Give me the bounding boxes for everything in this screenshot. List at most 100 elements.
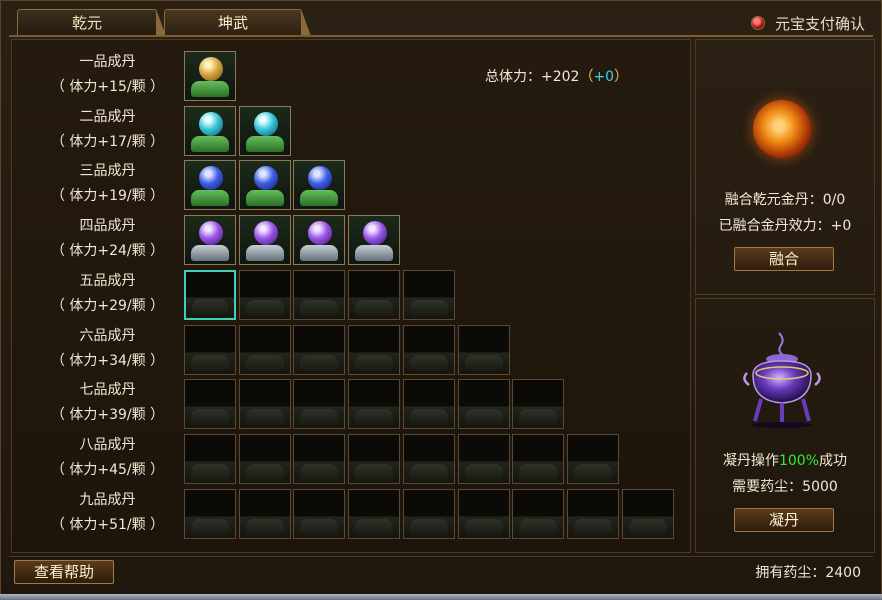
- pill-slot[interactable]: [293, 324, 346, 375]
- pill-slot[interactable]: [621, 488, 674, 539]
- condense-cost: 需要药尘：5000: [732, 479, 838, 495]
- pill-grade-name: 三品成丹: [79, 163, 136, 180]
- pill-grade-name: 七品成丹: [79, 382, 136, 399]
- pill-slot[interactable]: [238, 433, 291, 484]
- cyan-pill-icon: [253, 111, 278, 136]
- pill-slot[interactable]: [512, 488, 565, 539]
- alchemy-cauldron-icon: [743, 332, 821, 428]
- total-power-value: +202: [541, 69, 580, 85]
- pill-slot[interactable]: [457, 488, 510, 539]
- pill-stand-icon: [519, 409, 558, 426]
- pill-slot[interactable]: [184, 51, 236, 101]
- pay-confirm-label: 元宝支付确认: [774, 14, 865, 33]
- tab-qianyuan[interactable]: 乾元: [17, 9, 166, 36]
- pill-stand-icon: [355, 299, 394, 316]
- pill-grade-name: 四品成丹: [79, 218, 136, 235]
- pill-slot[interactable]: [238, 105, 291, 156]
- pill-stand-icon: [300, 409, 339, 426]
- elixir-panel: 乾元 坤武 元宝支付确认 总体力：+202（+0） 一品成丹 （ 体力+15/颗 …: [0, 0, 882, 600]
- pill-slot[interactable]: [184, 160, 236, 211]
- pill-stand-icon: [464, 463, 503, 480]
- pill-slot[interactable]: [238, 379, 291, 430]
- pill-stand-icon: [409, 354, 448, 371]
- pill-slot[interactable]: [402, 488, 455, 539]
- fuse-button[interactable]: 融合: [734, 247, 834, 271]
- pill-slot[interactable]: [402, 379, 455, 430]
- violet-pill-icon: [363, 221, 388, 246]
- fusion-count: 融合乾元金丹：0/0: [724, 192, 846, 208]
- pill-stand-icon: [355, 463, 394, 480]
- pill-slot[interactable]: [293, 160, 346, 211]
- pill-stand-icon: [409, 409, 448, 426]
- pill-slot[interactable]: [184, 379, 236, 430]
- pill-slot[interactable]: [184, 324, 236, 375]
- pill-slot[interactable]: [348, 215, 401, 266]
- row-label: 九品成丹 （ 体力+51/颗 ）: [30, 488, 185, 538]
- row-label: 三品成丹 （ 体力+19/颗 ）: [30, 159, 185, 209]
- pill-grade-stat: （ 体力+17/颗 ）: [50, 133, 165, 150]
- pill-slot[interactable]: [184, 105, 236, 156]
- pill-grade-stat: （ 体力+45/颗 ）: [50, 461, 165, 478]
- pill-slot[interactable]: [348, 433, 401, 484]
- condense-panel: 凝丹操作100%成功 需要药尘：5000 凝丹: [695, 298, 875, 553]
- pill-slot[interactable]: [293, 379, 346, 430]
- pill-slot[interactable]: [566, 488, 619, 539]
- pill-slot[interactable]: [348, 269, 401, 320]
- pill-grade-name: 一品成丹: [79, 54, 136, 70]
- pill-slot[interactable]: [402, 269, 455, 320]
- pill-stand-icon: [573, 518, 612, 535]
- pill-slot[interactable]: [457, 433, 510, 484]
- pill-slot[interactable]: [402, 433, 455, 484]
- pill-slot[interactable]: [566, 433, 619, 484]
- pill-slot[interactable]: [457, 379, 510, 430]
- pill-stand-icon: [300, 190, 339, 207]
- pill-stand-icon: [519, 518, 558, 535]
- tab-divider: [9, 35, 873, 37]
- pill-slot[interactable]: [348, 324, 401, 375]
- pill-slot[interactable]: [184, 269, 236, 320]
- fusion-effect: 已融合金丹效力：+0: [718, 218, 852, 234]
- pill-slot[interactable]: [348, 379, 401, 430]
- condense-button[interactable]: 凝丹: [734, 508, 834, 532]
- blue-pill-icon: [308, 166, 333, 191]
- condense-op-prefix: 凝丹操作: [722, 453, 779, 469]
- violet-pill-icon: [308, 221, 333, 246]
- pill-slot[interactable]: [512, 379, 565, 430]
- pill-grade-stat: （ 体力+24/颗 ）: [50, 243, 165, 260]
- gold-pill-icon: [199, 57, 223, 81]
- pill-slot[interactable]: [293, 215, 346, 266]
- help-button[interactable]: 查看帮助: [14, 560, 114, 584]
- pill-stand-icon: [245, 463, 284, 480]
- pay-confirm-toggle[interactable]: 元宝支付确认: [750, 13, 865, 33]
- pill-slot[interactable]: [512, 433, 565, 484]
- pill-slot[interactable]: [293, 269, 346, 320]
- row-label: 一品成丹 （ 体力+15/颗 ）: [30, 50, 185, 100]
- pill-grid-area: 总体力：+202（+0） 一品成丹 （ 体力+15/颗 ） 二品成丹 （ 体力+17/…: [11, 39, 691, 553]
- pill-slot[interactable]: [184, 433, 236, 484]
- pill-stand-icon: [192, 298, 228, 315]
- pill-slot[interactable]: [238, 488, 291, 539]
- pill-slot[interactable]: [238, 160, 291, 211]
- pill-stand-icon: [355, 518, 394, 535]
- pill-stand-icon: [245, 354, 284, 371]
- pill-slot[interactable]: [184, 215, 236, 266]
- pill-slot[interactable]: [238, 269, 291, 320]
- pill-slot[interactable]: [238, 324, 291, 375]
- pill-stand-icon: [355, 409, 394, 426]
- condense-success-rate: 100%: [778, 453, 820, 469]
- pill-slot[interactable]: [184, 488, 236, 539]
- pill-stand-icon: [245, 135, 284, 152]
- pill-slot[interactable]: [402, 324, 455, 375]
- pill-slot[interactable]: [238, 215, 291, 266]
- pill-slot[interactable]: [348, 488, 401, 539]
- pill-stand-icon: [355, 354, 394, 371]
- tab-kunwu[interactable]: 坤武: [164, 9, 311, 36]
- pill-slot[interactable]: [457, 324, 510, 375]
- pill-stand-icon: [519, 463, 558, 480]
- radio-dot-icon[interactable]: [750, 16, 765, 30]
- pill-stand-icon: [245, 245, 284, 262]
- pill-stand-icon: [191, 354, 229, 371]
- pill-slot[interactable]: [293, 433, 346, 484]
- pill-slot[interactable]: [293, 488, 346, 539]
- pill-grade-stat: （ 体力+15/颗 ）: [50, 79, 165, 95]
